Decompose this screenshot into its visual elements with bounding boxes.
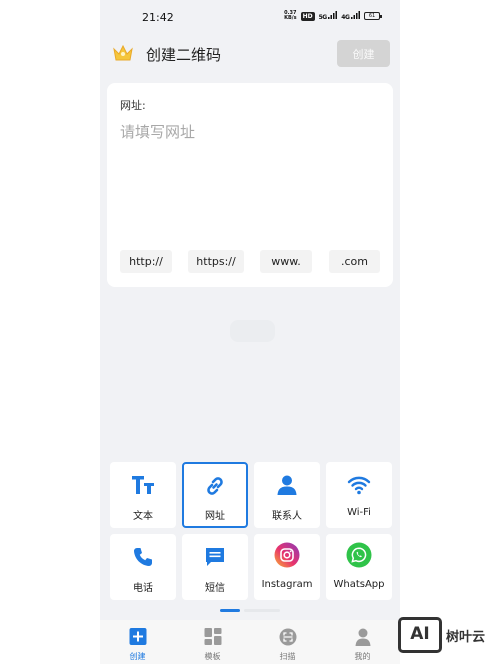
chip-www[interactable]: www.: [260, 250, 312, 273]
watermark-badge: AI: [398, 617, 442, 653]
tab-label: 我的: [354, 652, 371, 661]
network-speed-unit: KB/s: [284, 15, 297, 21]
type-tile-wifi[interactable]: Wi-Fi: [326, 462, 392, 528]
watermark-logo: AI 树叶云: [398, 617, 496, 653]
page-indicator-active: [220, 609, 240, 612]
app-header: 创建二维码 创建: [100, 36, 400, 72]
tab-label: 扫描: [279, 652, 296, 661]
tab-create[interactable]: 创建: [100, 620, 175, 664]
status-time: 21:42: [142, 11, 174, 24]
instagram-icon: [274, 542, 300, 568]
phone-screen: 21:42 0.37 KB/s HD 5G 4G 61 创建二维码 创建 网址:…: [100, 0, 400, 664]
bottom-tab-bar: 创建 模板 扫描 我的: [100, 620, 400, 664]
page-indicator-inactive: [244, 609, 280, 612]
type-tile-whatsapp[interactable]: WhatsApp: [326, 534, 392, 600]
scan-icon: [279, 628, 296, 646]
type-tile-label: 联系人: [272, 511, 302, 522]
signal-bars-icon: [328, 11, 338, 19]
grid-icon: [204, 628, 221, 645]
type-tile-instagram[interactable]: Instagram: [254, 534, 320, 600]
url-input[interactable]: [120, 119, 378, 145]
tab-label: 模板: [204, 652, 221, 661]
type-tile-label: WhatsApp: [333, 579, 385, 590]
signal-5g-icon: 5G: [319, 11, 338, 21]
chip-https[interactable]: https://: [188, 250, 244, 273]
url-quick-insert-chips: http:// https:// www. .com: [120, 250, 380, 273]
user-icon: [355, 628, 370, 646]
wifi-icon: [347, 476, 371, 495]
status-bar: 21:42 0.37 KB/s HD 5G 4G 61: [100, 0, 400, 36]
type-tile-label: 网址: [205, 511, 225, 522]
signal-4g-icon: 4G: [341, 11, 360, 21]
network-speed: 0.37 KB/s: [284, 11, 297, 21]
signal-bars-icon: [351, 11, 360, 19]
sms-icon: [206, 548, 224, 566]
phone-icon: [134, 548, 152, 566]
code-type-grid: 文本 网址 联系人 Wi-Fi 电话 短信 Instagram WhatsApp: [107, 462, 393, 602]
type-tile-contact[interactable]: 联系人: [254, 462, 320, 528]
type-tile-label: Instagram: [261, 579, 313, 590]
signal-4g-label: 4G: [341, 14, 350, 21]
hd-badge: HD: [300, 11, 315, 21]
contact-icon: [277, 475, 297, 495]
text-icon: [132, 476, 154, 494]
plus-icon: [129, 628, 146, 645]
chip-http[interactable]: http://: [120, 250, 172, 273]
type-tile-label: Wi-Fi: [347, 507, 371, 518]
whatsapp-icon: [346, 542, 372, 568]
type-tile-label: 短信: [205, 583, 225, 594]
url-field-label: 网址:: [120, 99, 146, 112]
battery-icon: 61: [364, 12, 382, 20]
create-button[interactable]: 创建: [337, 40, 390, 67]
chip-com[interactable]: .com: [329, 250, 380, 273]
background-shadow: [230, 320, 275, 342]
tab-label: 创建: [129, 652, 146, 661]
tab-templates[interactable]: 模板: [175, 620, 250, 664]
type-tile-url[interactable]: 网址: [182, 462, 248, 528]
url-input-card: 网址: http:// https:// www. .com: [107, 83, 393, 287]
status-icons: 0.37 KB/s HD 5G 4G 61: [284, 11, 382, 21]
watermark-text: 树叶云: [446, 630, 486, 645]
tab-scan[interactable]: 扫描: [250, 620, 325, 664]
type-tile-sms[interactable]: 短信: [182, 534, 248, 600]
link-icon: [207, 477, 223, 495]
page-title: 创建二维码: [146, 46, 222, 64]
signal-5g-label: 5G: [318, 14, 328, 21]
crown-icon[interactable]: [112, 43, 134, 63]
tab-profile[interactable]: 我的: [325, 620, 400, 664]
type-tile-text[interactable]: 文本: [110, 462, 176, 528]
type-tile-label: 电话: [133, 583, 153, 594]
type-tile-phone[interactable]: 电话: [110, 534, 176, 600]
type-tile-label: 文本: [133, 511, 153, 522]
